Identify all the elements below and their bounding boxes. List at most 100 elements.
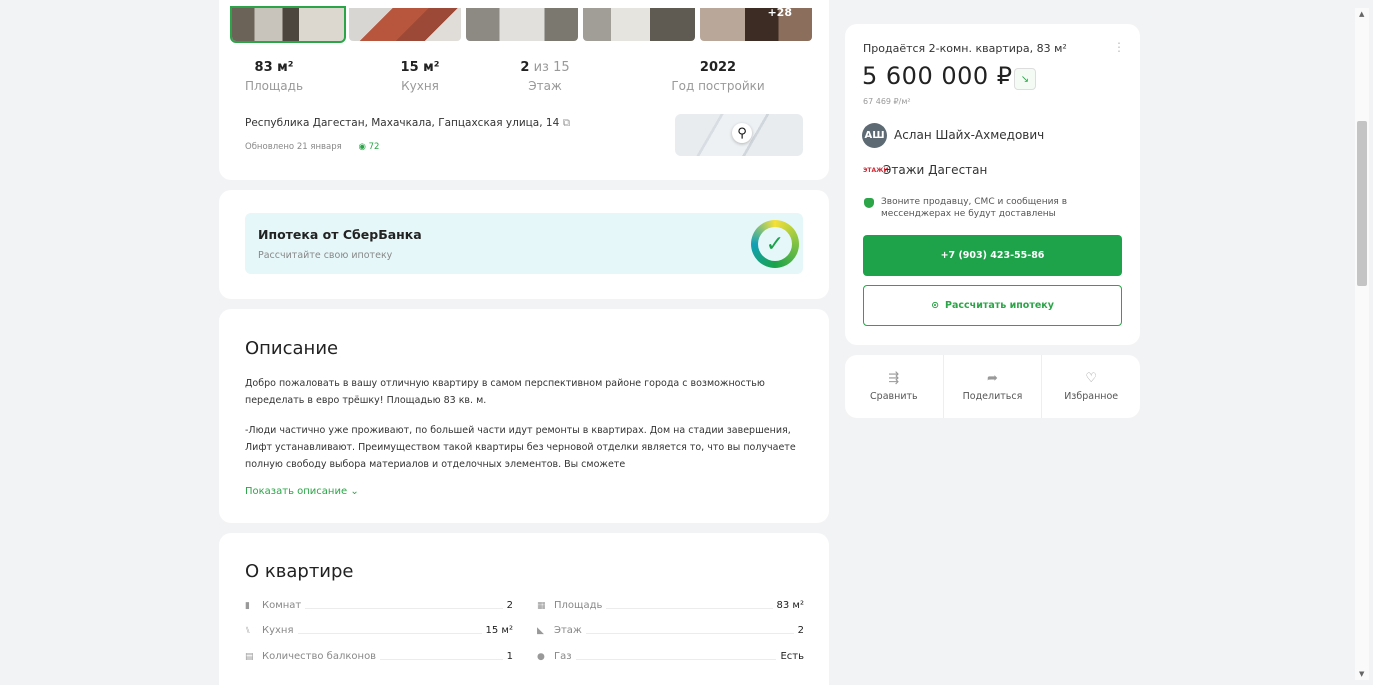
feature-gas: ● Газ Есть: [537, 648, 804, 662]
feature-leader: [585, 633, 794, 634]
price-per-m2: 67 469 ₽/м²: [863, 97, 911, 106]
actions-card: ⇶ Сравнить ➦ Поделиться ♡ Избранное: [845, 355, 1140, 418]
feature-leader: [305, 608, 503, 609]
address-text: Республика Дагестан, Махачкала, Гапцахск…: [245, 117, 560, 129]
call-notice: Звоните продавцу, СМС и сообщения в месс…: [881, 197, 1068, 219]
views-count: ◉ 72: [358, 142, 379, 152]
copy-icon[interactable]: ⧉: [563, 117, 571, 129]
heart-icon: ♡: [1085, 371, 1097, 386]
calculate-mortgage-label: Рассчитать ипотеку: [945, 300, 1054, 311]
share-icon: ➦: [987, 371, 998, 386]
description-paragraph: Добро пожаловать в вашу отличную квартир…: [245, 378, 765, 406]
feature-value: 83 м²: [776, 600, 804, 611]
photo-thumbnail[interactable]: [583, 8, 695, 41]
banner-subtitle: Рассчитайте свою ипотеку: [258, 250, 393, 261]
feature-value: 15 м²: [485, 625, 513, 636]
eye-icon: ◉: [358, 142, 366, 152]
feature-label: Комнат: [262, 600, 302, 611]
feature-leader: [606, 608, 773, 609]
seller-name[interactable]: Аслан Шайх-Ахмедович: [894, 128, 1044, 142]
banner-title: Ипотека от СберБанка: [258, 227, 422, 242]
phone-button[interactable]: +7 (903) 423-55-86: [863, 235, 1122, 276]
feature-rooms: ▮ Комнат 2: [245, 597, 513, 611]
share-label: Поделиться: [962, 391, 1023, 402]
check-circle-icon: ⊙: [931, 300, 940, 311]
feature-value: Есть: [780, 651, 804, 662]
stat-value: 83 м²: [254, 60, 294, 75]
feature-leader: [297, 633, 482, 634]
show-description-label: Показать описание: [245, 486, 348, 497]
photo-thumbnail[interactable]: [349, 8, 461, 41]
area-icon: ▦: [537, 601, 546, 611]
photo-more-thumbnail[interactable]: +28: [700, 8, 812, 41]
stat-value: 15 м²: [400, 60, 440, 75]
feature-label: Газ: [554, 651, 572, 662]
map-pin-icon: ⚲: [732, 123, 752, 143]
feature-area: ▦ Площадь 83 м²: [537, 597, 804, 611]
feature-floor: ◣ Этаж 2: [537, 622, 804, 636]
feature-value: 2: [797, 625, 804, 636]
show-description-link[interactable]: Показать описание ⌄: [245, 486, 359, 497]
feature-value: 1: [506, 651, 513, 662]
stat-area: 83 м² Площадь: [240, 60, 308, 93]
page-scrollbar[interactable]: ▲ ▼: [1355, 8, 1369, 680]
feature-label: Кухня: [262, 625, 294, 636]
stat-label: Год постройки: [671, 79, 765, 93]
flame-icon: ●: [537, 652, 545, 662]
address: Республика Дагестан, Махачкала, Гапцахск…: [245, 117, 570, 130]
door-icon: ▮: [245, 601, 250, 611]
compare-button[interactable]: ⇶ Сравнить: [845, 355, 944, 418]
favorite-button[interactable]: ♡ Избранное: [1042, 355, 1140, 418]
map-preview[interactable]: ⚲: [675, 114, 803, 156]
stat-value-total: из 15: [529, 60, 570, 75]
stat-label: Площадь: [244, 79, 304, 93]
favorite-label: Избранное: [1064, 391, 1119, 402]
photo-strip: +28: [230, 6, 812, 43]
feature-leader: [380, 659, 503, 660]
feature-leader: [575, 659, 777, 660]
listing-meta: Обновлено 21 января ◉ 72: [245, 142, 379, 152]
description-paragraph: -Люди частично уже проживают, по большей…: [245, 425, 796, 470]
feature-value: 2: [506, 600, 513, 611]
offer-title: Продаётся 2-комн. квартира, 83 м²: [863, 42, 1067, 55]
calculate-mortgage-button[interactable]: ⊙ Рассчитать ипотеку: [863, 285, 1122, 326]
compare-label: Сравнить: [870, 391, 918, 402]
shield-icon: [864, 198, 874, 208]
balcony-icon: ▤: [245, 652, 254, 662]
apartment-heading: О квартире: [245, 561, 354, 582]
stairs-icon: ◣: [537, 626, 544, 636]
compare-icon: ⇶: [888, 371, 900, 386]
photo-thumbnail[interactable]: [230, 6, 346, 43]
feature-label: Площадь: [554, 600, 603, 611]
stat-label: Кухня: [401, 79, 439, 93]
stat-floor: 2 из 15 Этаж: [490, 60, 600, 93]
phone-number: +7 (903) 423-55-86: [940, 250, 1045, 261]
price-trend-icon[interactable]: ↘: [1014, 68, 1036, 90]
stat-label: Этаж: [528, 79, 562, 93]
updated-date: Обновлено 21 января: [245, 142, 342, 152]
photo-thumbnail[interactable]: [466, 8, 578, 41]
feature-label: Количество балконов: [262, 651, 377, 662]
description-heading: Описание: [245, 338, 339, 359]
more-photos-count: +28: [767, 8, 792, 19]
key-stats: 83 м² Площадь 15 м² Кухня 2 из 15 Этаж 2…: [240, 60, 783, 93]
feature-balconies: ▤ Количество балконов 1: [245, 648, 513, 662]
scroll-down-arrow-icon[interactable]: ▼: [1359, 670, 1364, 678]
more-options-icon[interactable]: ⋮: [1113, 40, 1125, 54]
scrollbar-thumb[interactable]: [1357, 121, 1367, 286]
stat-kitchen: 15 м² Кухня: [350, 60, 490, 93]
feature-label: Этаж: [554, 625, 582, 636]
stat-value: 2022: [699, 60, 737, 75]
agency-name[interactable]: Этажи Дагестан: [883, 163, 987, 177]
mortgage-banner[interactable]: Ипотека от СберБанка Рассчитайте свою ип…: [245, 213, 803, 274]
views-value: 72: [368, 142, 380, 152]
share-button[interactable]: ➦ Поделиться: [944, 355, 1043, 418]
sberbank-logo-icon: ✓: [751, 220, 799, 268]
chevron-down-icon: ⌄: [350, 486, 359, 497]
stat-year: 2022 Год постройки: [653, 60, 783, 93]
avatar[interactable]: АШ: [862, 123, 887, 148]
price: 5 600 000 ₽: [862, 62, 1013, 90]
scroll-up-arrow-icon[interactable]: ▲: [1359, 10, 1364, 18]
utensils-icon: ⑊: [245, 626, 251, 636]
feature-kitchen: ⑊ Кухня 15 м²: [245, 622, 513, 636]
